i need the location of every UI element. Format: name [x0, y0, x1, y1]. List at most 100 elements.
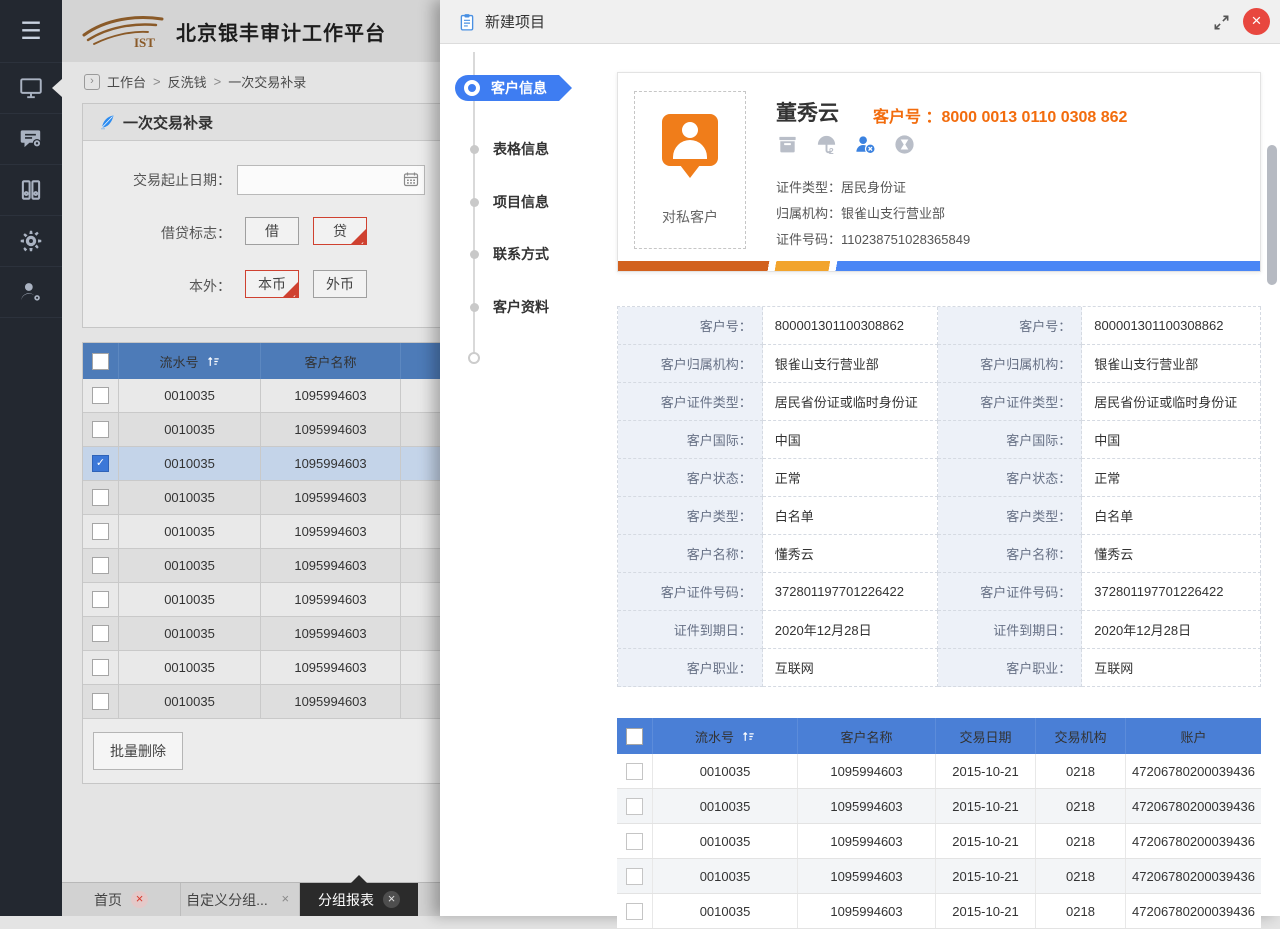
table-row[interactable]: 001003510959946032015-10-210218472067802…	[617, 789, 1261, 824]
archive-box-icon[interactable]	[776, 133, 799, 156]
footer-tab[interactable]: 首页×	[62, 883, 181, 916]
table-cell: 201	[401, 651, 440, 684]
umbrella-2-icon[interactable]: 2	[815, 133, 838, 156]
detail-value: 银雀山支行营业部	[1082, 345, 1261, 383]
column-header-customer[interactable]: 客户名称	[798, 718, 936, 754]
column-header-date[interactable]: 交易日期	[401, 343, 440, 379]
toggle-option[interactable]: 外币	[313, 270, 367, 298]
detail-label: 客户状态：	[618, 459, 763, 497]
table-row[interactable]: 001003510959946032015-10-210218472067802…	[617, 754, 1261, 789]
tab-close-icon[interactable]: ×	[131, 891, 148, 908]
row-checkbox[interactable]	[626, 833, 643, 850]
txn-table-panel: 流水号 客户名称 交易日期 00100351095994603201001003…	[82, 342, 440, 784]
row-checkbox[interactable]	[626, 798, 643, 815]
table-row[interactable]: 00100351095994603201	[83, 583, 440, 617]
footer-tab[interactable]: 自定义分组...×	[181, 883, 300, 916]
sidebar-item-settings[interactable]	[0, 216, 62, 267]
calendar-icon[interactable]	[403, 171, 419, 187]
table-cell: 0010035	[653, 859, 798, 893]
step-item[interactable]: 联系方式	[493, 244, 549, 264]
detail-label: 客户证件号码：	[618, 573, 763, 611]
select-all-checkbox[interactable]	[626, 728, 643, 745]
table-cell: 201	[401, 413, 440, 446]
column-header-serial[interactable]: 流水号	[119, 343, 261, 379]
row-checkbox[interactable]	[626, 868, 643, 885]
table-row[interactable]: 00100351095994603201	[83, 413, 440, 447]
close-icon[interactable]: ×	[1243, 8, 1270, 35]
breadcrumb: › 工作台>反洗钱>一次交易补录	[84, 72, 306, 91]
tab-close-icon[interactable]: ×	[383, 891, 400, 908]
table-row[interactable]: 001003510959946032015-10-210218472067802…	[617, 824, 1261, 859]
user-remove-icon[interactable]	[854, 133, 877, 156]
step-item-active[interactable]: 客户信息	[455, 75, 559, 101]
sidebar-item-messages[interactable]	[0, 114, 62, 165]
toggle-option[interactable]: 本币✓	[245, 270, 299, 298]
table-cell: 1095994603	[261, 549, 401, 582]
table-cell: 1095994603	[261, 481, 401, 514]
table-cell: 201	[401, 515, 440, 548]
column-header-date[interactable]: 交易日期	[936, 718, 1036, 754]
detail-row: 客户归属机构：银雀山支行营业部客户归属机构：银雀山支行营业部	[618, 345, 1261, 383]
breadcrumb-item[interactable]: 一次交易补录	[228, 72, 306, 91]
customer-number: 客户号 ：8000 0013 0110 0308 862	[873, 103, 1127, 127]
txn-form-panel: 一次交易补录 交易起止日期： 借贷标志： 借贷✓ 本外： 本币✓外币	[82, 103, 440, 328]
step-item[interactable]: 客户资料	[493, 297, 549, 317]
table-cell: 0010035	[119, 481, 261, 514]
table-row[interactable]: 00100351095994603201	[83, 515, 440, 549]
tab-close-icon[interactable]: ×	[277, 891, 294, 908]
step-item[interactable]: 项目信息	[493, 192, 549, 212]
toggle-option[interactable]: 借	[245, 217, 299, 245]
sidebar: ☰	[0, 0, 62, 916]
scrollbar-thumb[interactable]	[1267, 145, 1277, 285]
table-row[interactable]: 00100351095994603201	[83, 617, 440, 651]
toggle-option[interactable]: 贷✓	[313, 217, 367, 245]
row-checkbox[interactable]	[92, 693, 109, 710]
column-header-serial[interactable]: 流水号	[653, 718, 798, 754]
table-row[interactable]: 00100351095994603201	[83, 651, 440, 685]
monitor-icon	[18, 75, 44, 101]
step-item[interactable]: 表格信息	[493, 139, 549, 159]
table-row[interactable]: 001003510959946032015-10-210218472067802…	[617, 859, 1261, 894]
table-cell: 1095994603	[261, 379, 401, 412]
table-row[interactable]: 00100351095994603201	[83, 549, 440, 583]
table-row[interactable]: ✓00100351095994603201	[83, 447, 440, 481]
row-checkbox[interactable]	[626, 903, 643, 920]
row-checkbox[interactable]	[92, 659, 109, 676]
row-checkbox[interactable]	[92, 523, 109, 540]
date-range-input[interactable]	[237, 165, 425, 195]
row-checkbox[interactable]	[92, 557, 109, 574]
hourglass-circle-icon[interactable]	[893, 133, 916, 156]
sidebar-item-workbench[interactable]	[0, 63, 62, 114]
expand-icon[interactable]	[1213, 14, 1230, 31]
breadcrumb-item[interactable]: 反洗钱	[168, 72, 207, 91]
column-header-account[interactable]: 账户	[1126, 718, 1261, 754]
column-header-customer[interactable]: 客户名称	[261, 343, 401, 379]
table-cell: 201	[401, 549, 440, 582]
row-checkbox[interactable]: ✓	[92, 455, 109, 472]
menu-icon[interactable]: ☰	[0, 0, 62, 63]
sort-icon[interactable]	[207, 355, 220, 368]
row-checkbox[interactable]	[92, 489, 109, 506]
column-header-org[interactable]: 交易机构	[1036, 718, 1126, 754]
archive-books-icon	[18, 177, 44, 203]
detail-row: 客户国际：中国客户国际：中国	[618, 421, 1261, 459]
batch-delete-button[interactable]: 批量删除	[93, 732, 183, 770]
row-checkbox[interactable]	[92, 625, 109, 642]
customer-card: 对私客户 董秀云 客户号 ：8000 0013 0110 0308 862 2 …	[617, 72, 1261, 272]
drawer-table-body: 001003510959946032015-10-210218472067802…	[617, 754, 1261, 929]
table-row[interactable]: 001003510959946032015-10-210218472067802…	[617, 894, 1261, 929]
table-row[interactable]: 00100351095994603201	[83, 379, 440, 413]
sidebar-item-users[interactable]	[0, 267, 62, 318]
breadcrumb-item[interactable]: 工作台	[107, 72, 146, 91]
row-checkbox[interactable]	[92, 387, 109, 404]
row-checkbox[interactable]	[626, 763, 643, 780]
table-row[interactable]: 00100351095994603201	[83, 481, 440, 515]
footer-tab[interactable]: 分组报表×	[300, 883, 418, 916]
select-all-checkbox[interactable]	[92, 353, 109, 370]
detail-label: 客户职业：	[618, 649, 763, 687]
sort-icon[interactable]	[742, 730, 755, 743]
table-row[interactable]: 00100351095994603201	[83, 685, 440, 719]
row-checkbox[interactable]	[92, 421, 109, 438]
row-checkbox[interactable]	[92, 591, 109, 608]
sidebar-item-archives[interactable]	[0, 165, 62, 216]
